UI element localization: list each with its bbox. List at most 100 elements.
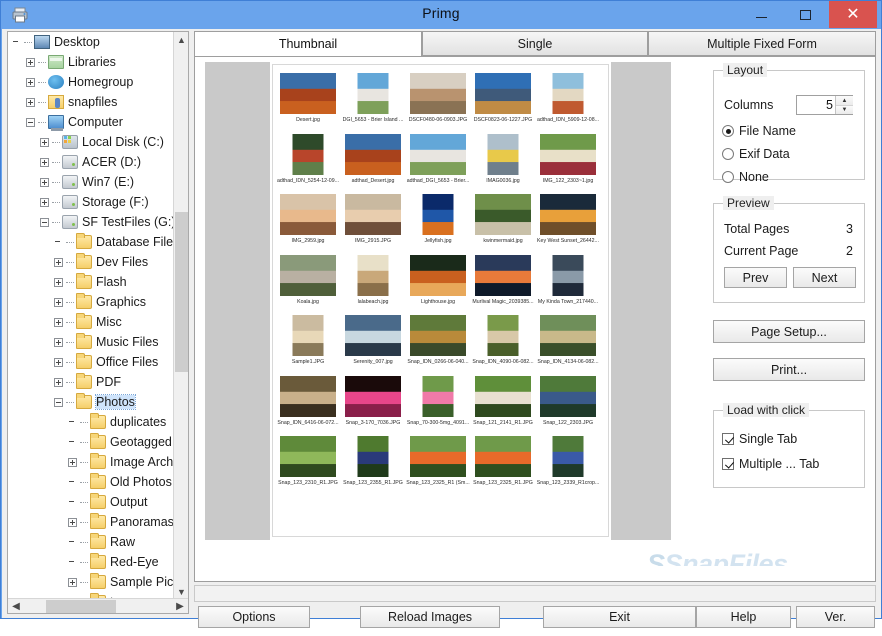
- tab-thumbnail[interactable]: Thumbnail: [194, 31, 422, 57]
- tree-item-old-photos[interactable]: Old Photos: [8, 472, 174, 492]
- thumbnail-cell[interactable]: IMG_2915.JPG: [344, 194, 402, 252]
- expand-plus-icon[interactable]: [54, 377, 63, 387]
- tab-bar[interactable]: Thumbnail Single Multiple Fixed Form: [194, 31, 876, 57]
- page-setup-button[interactable]: Page Setup...: [713, 320, 865, 343]
- expand-plus-icon[interactable]: [40, 197, 49, 207]
- radio-exif-data[interactable]: Exif Data: [722, 147, 790, 161]
- columns-stepper[interactable]: 5 ▲ ▼: [796, 95, 853, 115]
- title-bar[interactable]: Primg ✕: [1, 1, 881, 29]
- collapse-minus-icon[interactable]: [26, 117, 35, 127]
- thumbnail-image[interactable]: [540, 375, 596, 417]
- thumbnail-cell[interactable]: DSCF0480-06-0903.JPG: [409, 73, 467, 131]
- tree-item-desktop[interactable]: Desktop: [8, 32, 174, 52]
- thumbnail-image[interactable]: [475, 194, 531, 235]
- thumbnail-image[interactable]: [552, 436, 584, 477]
- thumbnail-cell[interactable]: adthad_Desert.jpg: [344, 133, 402, 192]
- expand-plus-icon[interactable]: [40, 177, 49, 187]
- checkbox-single-tab[interactable]: Single Tab: [722, 432, 797, 446]
- thumbnail-cell[interactable]: Snap_IDN_4134-06-082...: [537, 315, 599, 373]
- tree-item-win7-e[interactable]: Win7 (E:): [8, 172, 174, 192]
- tree-item-image-archive[interactable]: Image Archive: [8, 452, 174, 472]
- collapse-minus-icon[interactable]: [40, 217, 49, 227]
- reload-images-button[interactable]: Reload Images: [360, 606, 500, 628]
- expand-plus-icon[interactable]: [68, 517, 77, 527]
- thumbnail-image[interactable]: [410, 73, 466, 114]
- expand-plus-icon[interactable]: [54, 337, 63, 347]
- thumbnail-image[interactable]: [487, 133, 519, 175]
- thumbnail-cell[interactable]: Snap_IDN_4090-06-082...: [472, 315, 534, 373]
- thumbnail-image[interactable]: [487, 315, 519, 356]
- thumbnail-image[interactable]: [410, 315, 466, 356]
- tree-item-geotagged[interactable]: Geotagged: [8, 432, 174, 452]
- thumbnail-cell[interactable]: adthad_IDN_5909-12-08...: [537, 73, 599, 131]
- next-page-button[interactable]: Next: [793, 267, 856, 288]
- expand-plus-icon[interactable]: [54, 277, 63, 287]
- expand-plus-icon[interactable]: [54, 357, 63, 367]
- tree-item-office-files[interactable]: Office Files: [8, 352, 174, 372]
- thumbnail-image[interactable]: [410, 133, 466, 175]
- thumbnail-image[interactable]: [280, 73, 336, 114]
- expand-plus-icon[interactable]: [54, 317, 63, 327]
- thumbnail-image[interactable]: [552, 254, 584, 296]
- expand-plus-icon[interactable]: [54, 257, 63, 267]
- thumbnail-image[interactable]: [345, 315, 401, 356]
- thumbnail-cell[interactable]: Snap_3-170_7036.JPG: [344, 375, 402, 434]
- print-button[interactable]: Print...: [713, 358, 865, 381]
- thumbnail-cell[interactable]: Snap_123_2339_R1crop...: [537, 436, 599, 494]
- thumbnail-image[interactable]: [475, 375, 531, 417]
- thumbnail-cell[interactable]: Snap_123_2355_R1.JPG: [343, 436, 403, 494]
- radio-file-name[interactable]: File Name: [722, 124, 796, 138]
- thumbnail-cell[interactable]: adthad_IDN_5254-12-09...: [277, 133, 339, 192]
- thumbnail-image[interactable]: [540, 133, 596, 175]
- tree-vertical-scrollbar[interactable]: ▲ ▼: [173, 32, 188, 600]
- minimize-button[interactable]: [739, 1, 783, 28]
- thumbnail-image[interactable]: [410, 436, 466, 477]
- thumbnail-image[interactable]: [540, 194, 596, 235]
- tree-item-duplicates[interactable]: duplicates: [8, 412, 174, 432]
- tree-item-red-eye[interactable]: Red-Eye: [8, 552, 174, 572]
- tree-item-output[interactable]: Output: [8, 492, 174, 512]
- thumbnail-cell[interactable]: Snap_IDN_0266-06-040...: [407, 315, 469, 373]
- collapse-minus-icon[interactable]: [54, 397, 63, 407]
- thumbnail-cell[interactable]: Snap_121_2141_R1.JPG: [473, 375, 533, 434]
- thumbnail-cell[interactable]: lalabeach.jpg: [344, 254, 402, 313]
- thumbnail-image[interactable]: [357, 436, 389, 477]
- thumbnail-cell[interactable]: My Kinda Town_217440...: [538, 254, 598, 313]
- thumbnail-cell[interactable]: Snap_123_2325_R1 (Sm...: [406, 436, 470, 494]
- thumbnail-image[interactable]: [422, 194, 454, 235]
- thumbnail-cell[interactable]: Sample1.JPG: [279, 315, 337, 373]
- tree-item-database-files[interactable]: Database Files: [8, 232, 174, 252]
- thumbnail-cell[interactable]: kwinmermaid.jpg: [474, 194, 532, 252]
- thumbnail-cell[interactable]: IMG_2959.jpg: [279, 194, 337, 252]
- thumbnail-image[interactable]: [280, 254, 336, 296]
- expand-plus-icon[interactable]: [26, 77, 35, 87]
- exit-button[interactable]: Exit: [543, 606, 696, 628]
- options-button[interactable]: Options: [198, 606, 310, 628]
- tree-item-panoramas[interactable]: Panoramas: [8, 512, 174, 532]
- thumbnail-cell[interactable]: Snap_IDN_6416-06-072...: [277, 375, 339, 434]
- tree-item-graphics[interactable]: Graphics: [8, 292, 174, 312]
- thumbnail-cell[interactable]: adthad_DGI_5653 - Brier...: [407, 133, 469, 192]
- tree-item-libraries[interactable]: Libraries: [8, 52, 174, 72]
- tree-item-photos[interactable]: Photos: [8, 392, 174, 412]
- version-button[interactable]: Ver.: [796, 606, 875, 628]
- thumbnail-image[interactable]: [345, 194, 401, 235]
- tree-item-sf-testfiles-g[interactable]: SF TestFiles (G:): [8, 212, 174, 232]
- columns-spinner-buttons[interactable]: ▲ ▼: [835, 96, 853, 114]
- folder-tree-panel[interactable]: Desktop Libraries Homegroup snapfiles Comput…: [7, 31, 189, 614]
- thumbnail-cell[interactable]: Koala.jpg: [279, 254, 337, 313]
- expand-plus-icon[interactable]: [26, 97, 35, 107]
- thumbnail-cell[interactable]: Snap_123_2310_R1.JPG: [278, 436, 338, 494]
- thumbnail-image[interactable]: [357, 254, 389, 296]
- thumbnail-cell[interactable]: DSCF0823-06-1227.JPG: [474, 73, 532, 131]
- preview-horizontal-scrollbar[interactable]: [196, 566, 875, 580]
- chevron-up-icon[interactable]: ▲: [174, 32, 188, 48]
- thumbnail-cell[interactable]: IMG_122_2303~1.jpg: [539, 133, 597, 192]
- help-button[interactable]: Help: [696, 606, 791, 628]
- thumbnail-cell[interactable]: Snap_123_2325_R1.JPG: [473, 436, 533, 494]
- expand-plus-icon[interactable]: [40, 157, 49, 167]
- expand-plus-icon[interactable]: [26, 57, 35, 67]
- thumbnail-image[interactable]: [292, 133, 324, 175]
- thumbnail-cell[interactable]: Snap_70-300-5mg_4091...: [407, 375, 469, 434]
- tab-single[interactable]: Single: [422, 31, 648, 56]
